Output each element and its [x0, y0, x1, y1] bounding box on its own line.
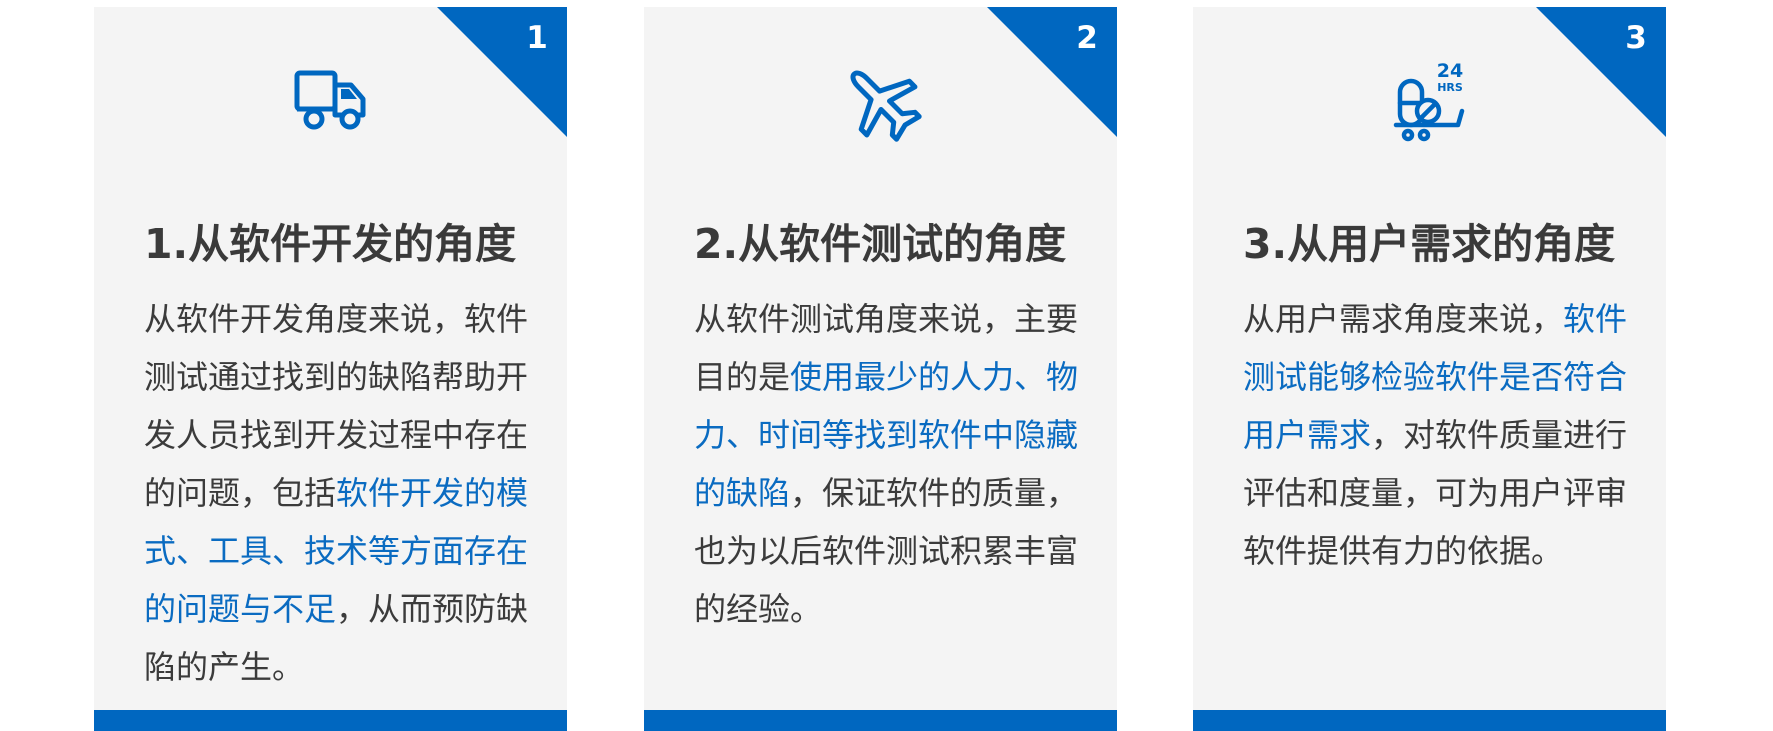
card-body: 从用户需求角度来说，软件测试能够检验软件是否符合用户需求，对软件质量进行评估和度…: [1243, 290, 1643, 580]
24hrs-pharmacy-cart-icon: 24 HRS: [1193, 59, 1666, 143]
card-body: 从软件测试角度来说，主要目的是使用最少的人力、物力、时间等找到软件中隐藏的缺陷，…: [694, 290, 1094, 638]
bottom-accent-bar: [1193, 710, 1666, 731]
hrs-text: HRS: [1437, 81, 1463, 94]
airplane-icon: [644, 59, 1117, 143]
body-text: 从用户需求角度来说，: [1243, 300, 1564, 338]
truck-icon: [94, 59, 567, 143]
bottom-accent-bar: [94, 710, 567, 731]
card-title: 3.从用户需求的角度: [1243, 220, 1616, 268]
card-title: 2.从软件测试的角度: [694, 220, 1067, 268]
card-user-requirements: 3 24 HRS 3.从用户需求的角度 从用户需求角度来说，软件测试能够检验软件…: [1193, 7, 1666, 731]
card-number: 1: [526, 20, 548, 56]
card-software-testing: 2 2.从软件测试的角度 从软件测试角度来说，主要目的是使用最少的人力、物力、时…: [644, 7, 1117, 731]
card-title: 1.从软件开发的角度: [144, 220, 517, 268]
card-number: 3: [1625, 20, 1647, 56]
bottom-accent-bar: [644, 710, 1117, 731]
card-number: 2: [1076, 20, 1098, 56]
hours-text: 24: [1436, 60, 1462, 82]
card-software-development: 1 1.从软件开发的角度 从软件开发角度来说，软件测试通过找到的缺陷帮助开发人员…: [94, 7, 567, 731]
card-body: 从软件开发角度来说，软件测试通过找到的缺陷帮助开发人员找到开发过程中存在的问题，…: [144, 290, 544, 696]
